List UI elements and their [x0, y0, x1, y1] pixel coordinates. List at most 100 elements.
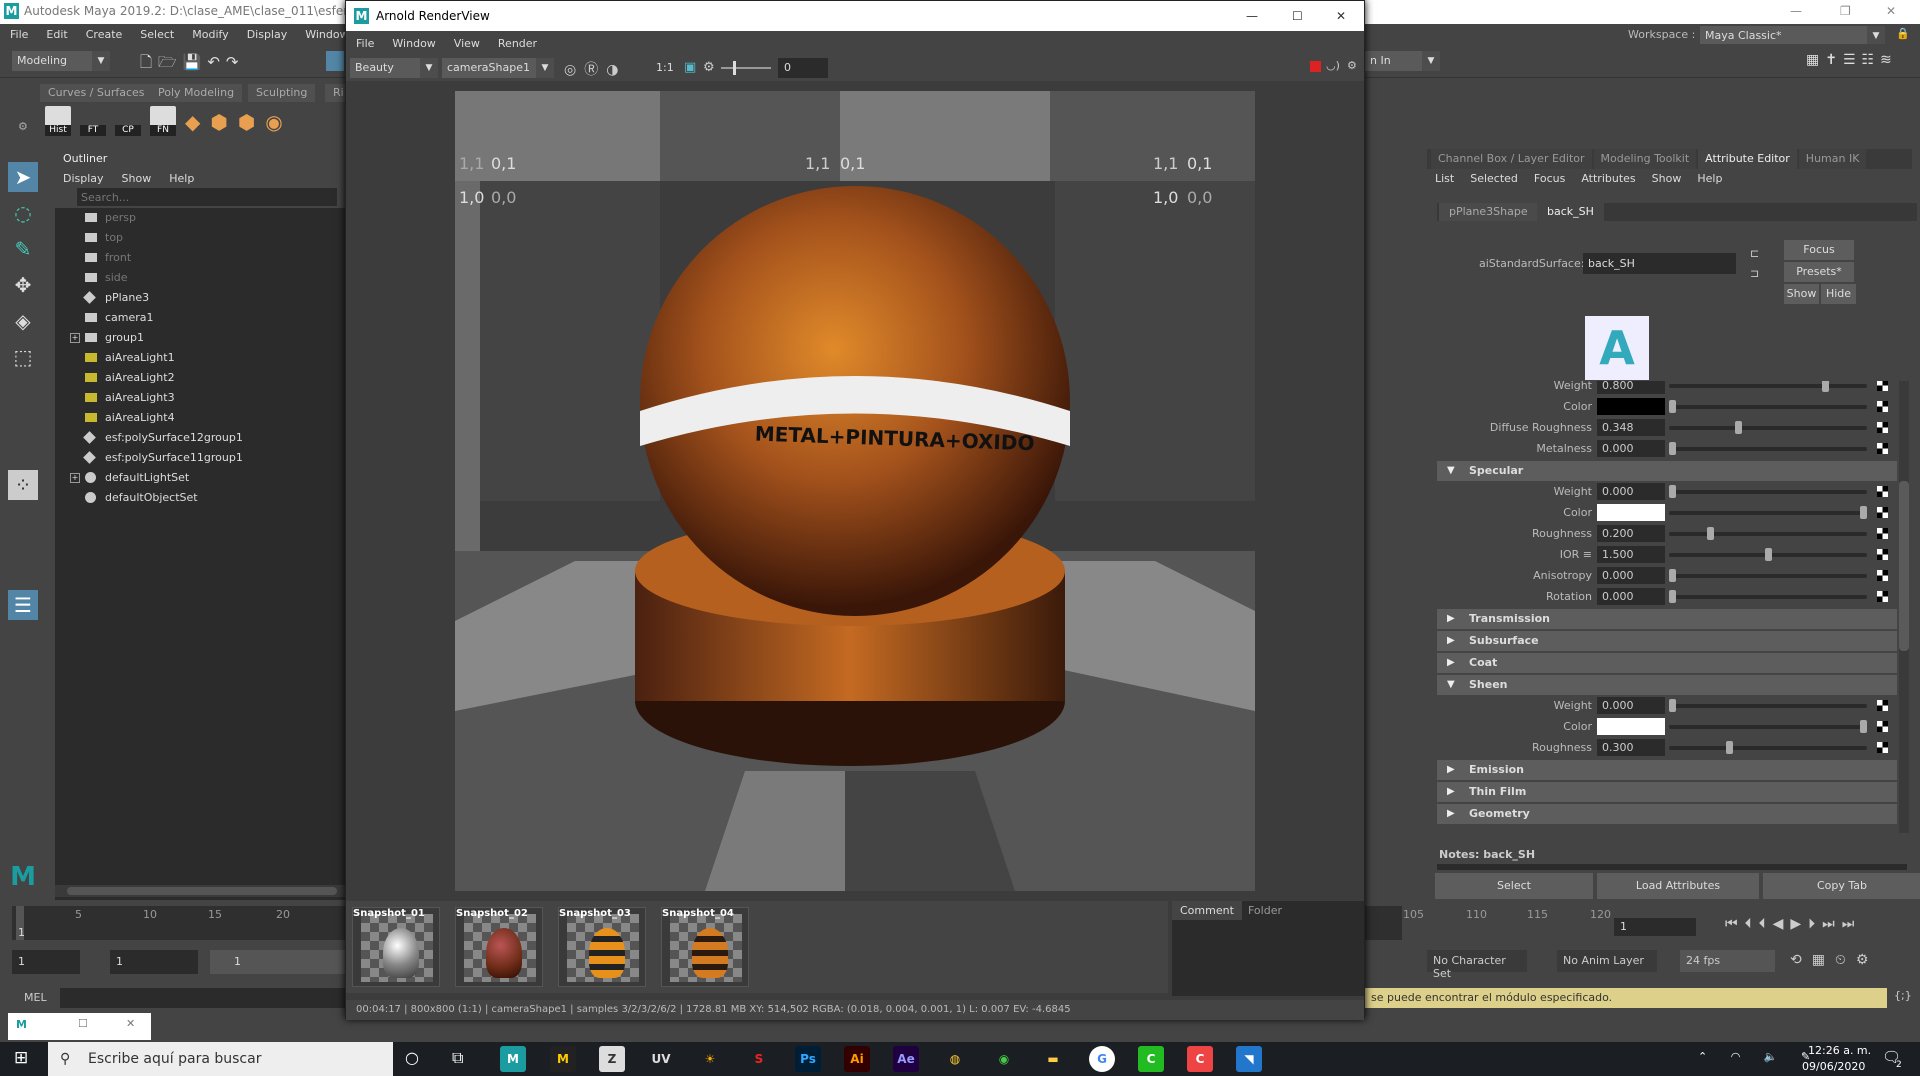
workspace-dropdown[interactable]: Maya Classic* ▼ [1700, 26, 1885, 46]
outliner-item[interactable]: + defaultLightSet [55, 468, 345, 488]
menu-modify[interactable]: Modify [192, 28, 228, 41]
focus-button[interactable]: Focus [1784, 240, 1854, 260]
current-frame-field[interactable]: 1 [1614, 918, 1696, 936]
attr-value-field[interactable]: 0.200 [1597, 525, 1665, 542]
select-button[interactable]: Select [1435, 873, 1593, 899]
fps-dropdown[interactable]: 24 fps [1680, 950, 1775, 972]
outliner-item[interactable]: aiAreaLight1 [55, 348, 345, 368]
output-connection-icon[interactable]: ⊐ [1750, 267, 1759, 280]
mode-dropdown[interactable]: Modeling ▼ [12, 51, 110, 71]
taskbar-app3-icon[interactable]: ◥ [1236, 1046, 1262, 1072]
slider-handle[interactable] [1821, 381, 1829, 392]
taskbar-photoshop-icon[interactable]: Ps [795, 1046, 821, 1072]
scale-icon[interactable]: ⬚ [8, 342, 38, 372]
stop-render-icon[interactable] [1310, 61, 1321, 72]
attr-value-field[interactable]: 0.348 [1597, 419, 1665, 436]
section-geometry[interactable]: ▶ Geometry [1437, 804, 1897, 824]
taskbar-illustrator-icon[interactable]: Ai [844, 1046, 870, 1072]
gear-icon[interactable]: ⚙ [18, 120, 28, 133]
attr-menu-help[interactable]: Help [1697, 172, 1722, 185]
rv-menu-view[interactable]: View [454, 37, 480, 50]
menu-create[interactable]: Create [86, 28, 123, 41]
attr-slider[interactable] [1669, 527, 1867, 540]
show-button[interactable]: Show [1784, 284, 1819, 304]
slider-handle[interactable] [1669, 590, 1676, 603]
start-frame-field[interactable]: 1 [12, 950, 80, 974]
mel-input[interactable] [60, 988, 350, 1008]
outliner-item[interactable]: aiAreaLight4 [55, 408, 345, 428]
character-set-dropdown[interactable]: No Character Set [1427, 950, 1527, 980]
checker-map-icon[interactable] [1877, 443, 1888, 454]
zoom-ratio-button[interactable]: 1:1 [656, 61, 674, 74]
color-swatch[interactable] [1597, 718, 1665, 735]
taskbar-maya-icon[interactable]: M [500, 1046, 526, 1072]
attr-menu-selected[interactable]: Selected [1470, 172, 1518, 185]
lasso-icon[interactable]: ◌ [8, 198, 38, 228]
minimize-icon[interactable]: — [1790, 0, 1802, 22]
attr-slider[interactable] [1669, 442, 1867, 455]
attr-slider[interactable] [1669, 699, 1867, 712]
clock-date[interactable]: 09/06/2020 [1802, 1060, 1865, 1073]
attr-slider[interactable] [1669, 381, 1867, 392]
section-sheen[interactable]: ▼ Sheen [1437, 675, 1897, 695]
restore-icon[interactable]: ❐ [1840, 0, 1851, 22]
slider-handle[interactable] [1669, 442, 1676, 455]
attr-menu-attributes[interactable]: Attributes [1581, 172, 1635, 185]
shelf-tab-poly[interactable]: Poly Modeling [150, 84, 243, 102]
camera-dropdown[interactable]: cameraShape1 ▼ [442, 58, 554, 78]
checker-map-icon[interactable] [1877, 742, 1888, 753]
outliner-item[interactable]: esf:polySurface12group1 [55, 428, 345, 448]
attr-slider[interactable] [1669, 720, 1867, 733]
checker-map-icon[interactable] [1877, 486, 1888, 497]
move-icon[interactable]: ✥ [8, 270, 38, 300]
node-name-field[interactable]: back_SH [1583, 253, 1736, 274]
outliner-layout-icon[interactable]: ☰ [8, 590, 38, 620]
freeze-transform-icon[interactable]: FT [80, 106, 106, 136]
slider-handle[interactable] [1669, 485, 1676, 498]
rotate-icon[interactable]: ◈ [8, 306, 38, 336]
section-emission[interactable]: ▶ Emission [1437, 760, 1897, 780]
range-start-field[interactable]: 1 [110, 950, 198, 974]
checker-map-icon[interactable] [1877, 401, 1888, 412]
maximize-icon[interactable]: ☐ [78, 1017, 88, 1030]
expand-icon[interactable]: + [70, 333, 80, 343]
close-icon[interactable]: ✕ [1886, 0, 1896, 22]
paint-select-icon[interactable]: ✎ [8, 234, 38, 264]
outliner-item[interactable]: + group1 [55, 328, 345, 348]
outliner-hscrollbar[interactable] [55, 885, 345, 897]
rv-menu-render[interactable]: Render [498, 37, 537, 50]
aov-dropdown[interactable]: Beauty ▼ [350, 58, 438, 78]
taskbar-mudbox-icon[interactable]: M [550, 1046, 576, 1072]
rv-menu-file[interactable]: File [356, 37, 374, 50]
taskbar-camtasia-icon[interactable]: C [1138, 1046, 1164, 1072]
taskbar-zbrush-icon[interactable]: Z [599, 1046, 625, 1072]
node-tab-pplane3shape[interactable]: pPlane3Shape [1439, 203, 1538, 221]
color-swatch[interactable] [1597, 398, 1665, 415]
region-icon[interactable]: ▣ [684, 60, 696, 75]
section-specular[interactable]: ▼ Specular [1437, 461, 1897, 481]
history-icon[interactable]: Hist [45, 106, 71, 136]
minimize-icon[interactable]: — [1246, 1, 1258, 31]
tab-comment[interactable]: Comment [1172, 901, 1242, 920]
attr-slider[interactable] [1669, 590, 1867, 603]
attr-slider[interactable] [1669, 741, 1867, 754]
outliner-item[interactable]: aiAreaLight2 [55, 368, 345, 388]
attr-menu-focus[interactable]: Focus [1534, 172, 1565, 185]
load-attributes-button[interactable]: Load Attributes [1597, 873, 1759, 899]
cortana-icon[interactable]: ○ [405, 1048, 419, 1067]
slider-handle[interactable] [1669, 569, 1676, 582]
snapshot-thumbnail[interactable]: Snapshot_02 [455, 907, 543, 987]
menu-file[interactable]: File [10, 28, 28, 41]
attr-scrollbar[interactable] [1899, 381, 1909, 833]
ipr-icon[interactable]: ◡) [1326, 59, 1340, 72]
outliner-item[interactable]: front [55, 248, 345, 268]
outliner-menu-display[interactable]: Display [63, 172, 104, 185]
slider-handle[interactable] [1707, 527, 1715, 540]
layout-icon[interactable]: ⁘ [8, 470, 38, 500]
outliner-item[interactable]: pPlane3 [55, 288, 345, 308]
windows-start-icon[interactable]: ⊞ [14, 1048, 28, 1068]
taskbar-explorer-icon[interactable]: ▬ [1040, 1046, 1066, 1072]
attr-menu-show[interactable]: Show [1652, 172, 1682, 185]
notes-field[interactable] [1437, 864, 1907, 870]
attr-slider[interactable] [1669, 400, 1867, 413]
